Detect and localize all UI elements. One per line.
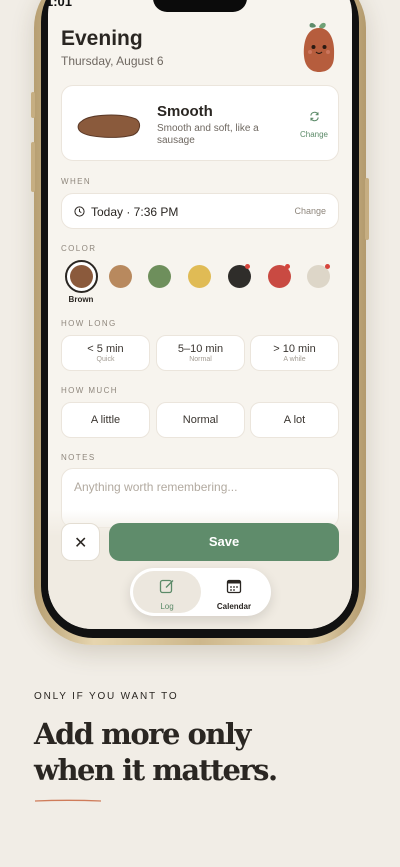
how-much-option-label: Normal xyxy=(182,414,219,426)
how-long-option-sub: Normal xyxy=(189,356,212,363)
how-long-option-sub: A while xyxy=(283,356,306,363)
tab-calendar[interactable]: Calendar xyxy=(200,571,268,613)
how-much-option-label: A lot xyxy=(283,414,306,426)
when-field[interactable]: Today · 7:36 PM Change xyxy=(61,193,339,229)
color-swatch-green[interactable] xyxy=(148,265,171,288)
stool-type-name: Smooth xyxy=(157,103,213,120)
page-date: Thursday, August 6 xyxy=(61,54,164,68)
color-section-label: COLOR xyxy=(61,244,97,253)
warning-dot-icon xyxy=(325,264,330,269)
side-button xyxy=(31,142,35,192)
selected-color-label: Brown xyxy=(68,295,94,304)
change-type-label: Change xyxy=(299,130,329,139)
notes-placeholder: Anything worth remembering... xyxy=(74,480,238,494)
color-swatch-yellow[interactable] xyxy=(188,265,211,288)
how-much-option[interactable]: A little xyxy=(61,402,150,438)
tab-log-label: Log xyxy=(160,602,174,611)
stool-type-description: Smooth and soft, like a sausage xyxy=(157,123,259,146)
headline: Add more only when it matters. xyxy=(34,716,278,788)
clock-icon xyxy=(74,206,85,217)
close-icon: ✕ xyxy=(74,535,88,552)
side-button xyxy=(31,92,35,118)
potato-mascot-icon xyxy=(303,22,335,72)
how-long-option[interactable]: > 10 min A while xyxy=(250,335,339,371)
stool-type-card[interactable]: Smooth Smooth and soft, like a sausage C… xyxy=(61,85,339,161)
headline-line-1: Add more only xyxy=(34,717,251,751)
page-title: Evening xyxy=(61,27,143,50)
tagline: ONLY IF YOU WANT TO xyxy=(34,691,179,702)
refresh-icon xyxy=(309,111,319,122)
tab-log[interactable]: Log xyxy=(133,571,201,613)
color-swatch-tan[interactable] xyxy=(109,265,132,288)
how-long-option-label: 5–10 min xyxy=(177,343,224,355)
how-long-option[interactable]: < 5 min Quick xyxy=(61,335,150,371)
decorative-underline xyxy=(34,799,102,802)
status-time: 1:01 xyxy=(46,0,73,9)
how-long-option-label: < 5 min xyxy=(87,343,124,355)
how-much-section-label: HOW MUCH xyxy=(61,386,118,395)
notes-section-label: NOTES xyxy=(61,453,96,462)
change-type-button[interactable]: Change xyxy=(298,111,330,142)
edit-icon xyxy=(159,579,174,594)
dynamic-island xyxy=(153,0,247,12)
warning-dot-icon xyxy=(285,264,290,269)
change-time-button[interactable]: Change xyxy=(294,206,326,216)
app-screen: Evening Thursday, August 6 Smooth Smooth… xyxy=(48,0,352,629)
headline-line-2: when it matters. xyxy=(34,753,278,787)
how-much-option[interactable]: Normal xyxy=(156,402,245,438)
warning-dot-icon xyxy=(245,264,250,269)
close-button[interactable]: ✕ xyxy=(61,523,100,561)
when-value: Today · 7:36 PM xyxy=(91,205,179,219)
how-much-option[interactable]: A lot xyxy=(250,402,339,438)
calendar-icon xyxy=(226,579,242,594)
how-long-option-label: > 10 min xyxy=(273,343,316,355)
how-long-option[interactable]: 5–10 min Normal xyxy=(156,335,245,371)
how-much-option-label: A little xyxy=(90,414,121,426)
save-button[interactable]: Save xyxy=(109,523,339,561)
tab-calendar-label: Calendar xyxy=(216,602,252,611)
when-section-label: WHEN xyxy=(61,177,92,186)
how-long-option-sub: Quick xyxy=(96,356,115,363)
how-long-section-label: HOW LONG xyxy=(61,319,117,328)
side-button xyxy=(365,178,369,240)
tab-bar: Log Calendar xyxy=(130,568,271,616)
sausage-shape-icon xyxy=(77,114,141,138)
color-swatch-brown[interactable] xyxy=(70,265,93,288)
